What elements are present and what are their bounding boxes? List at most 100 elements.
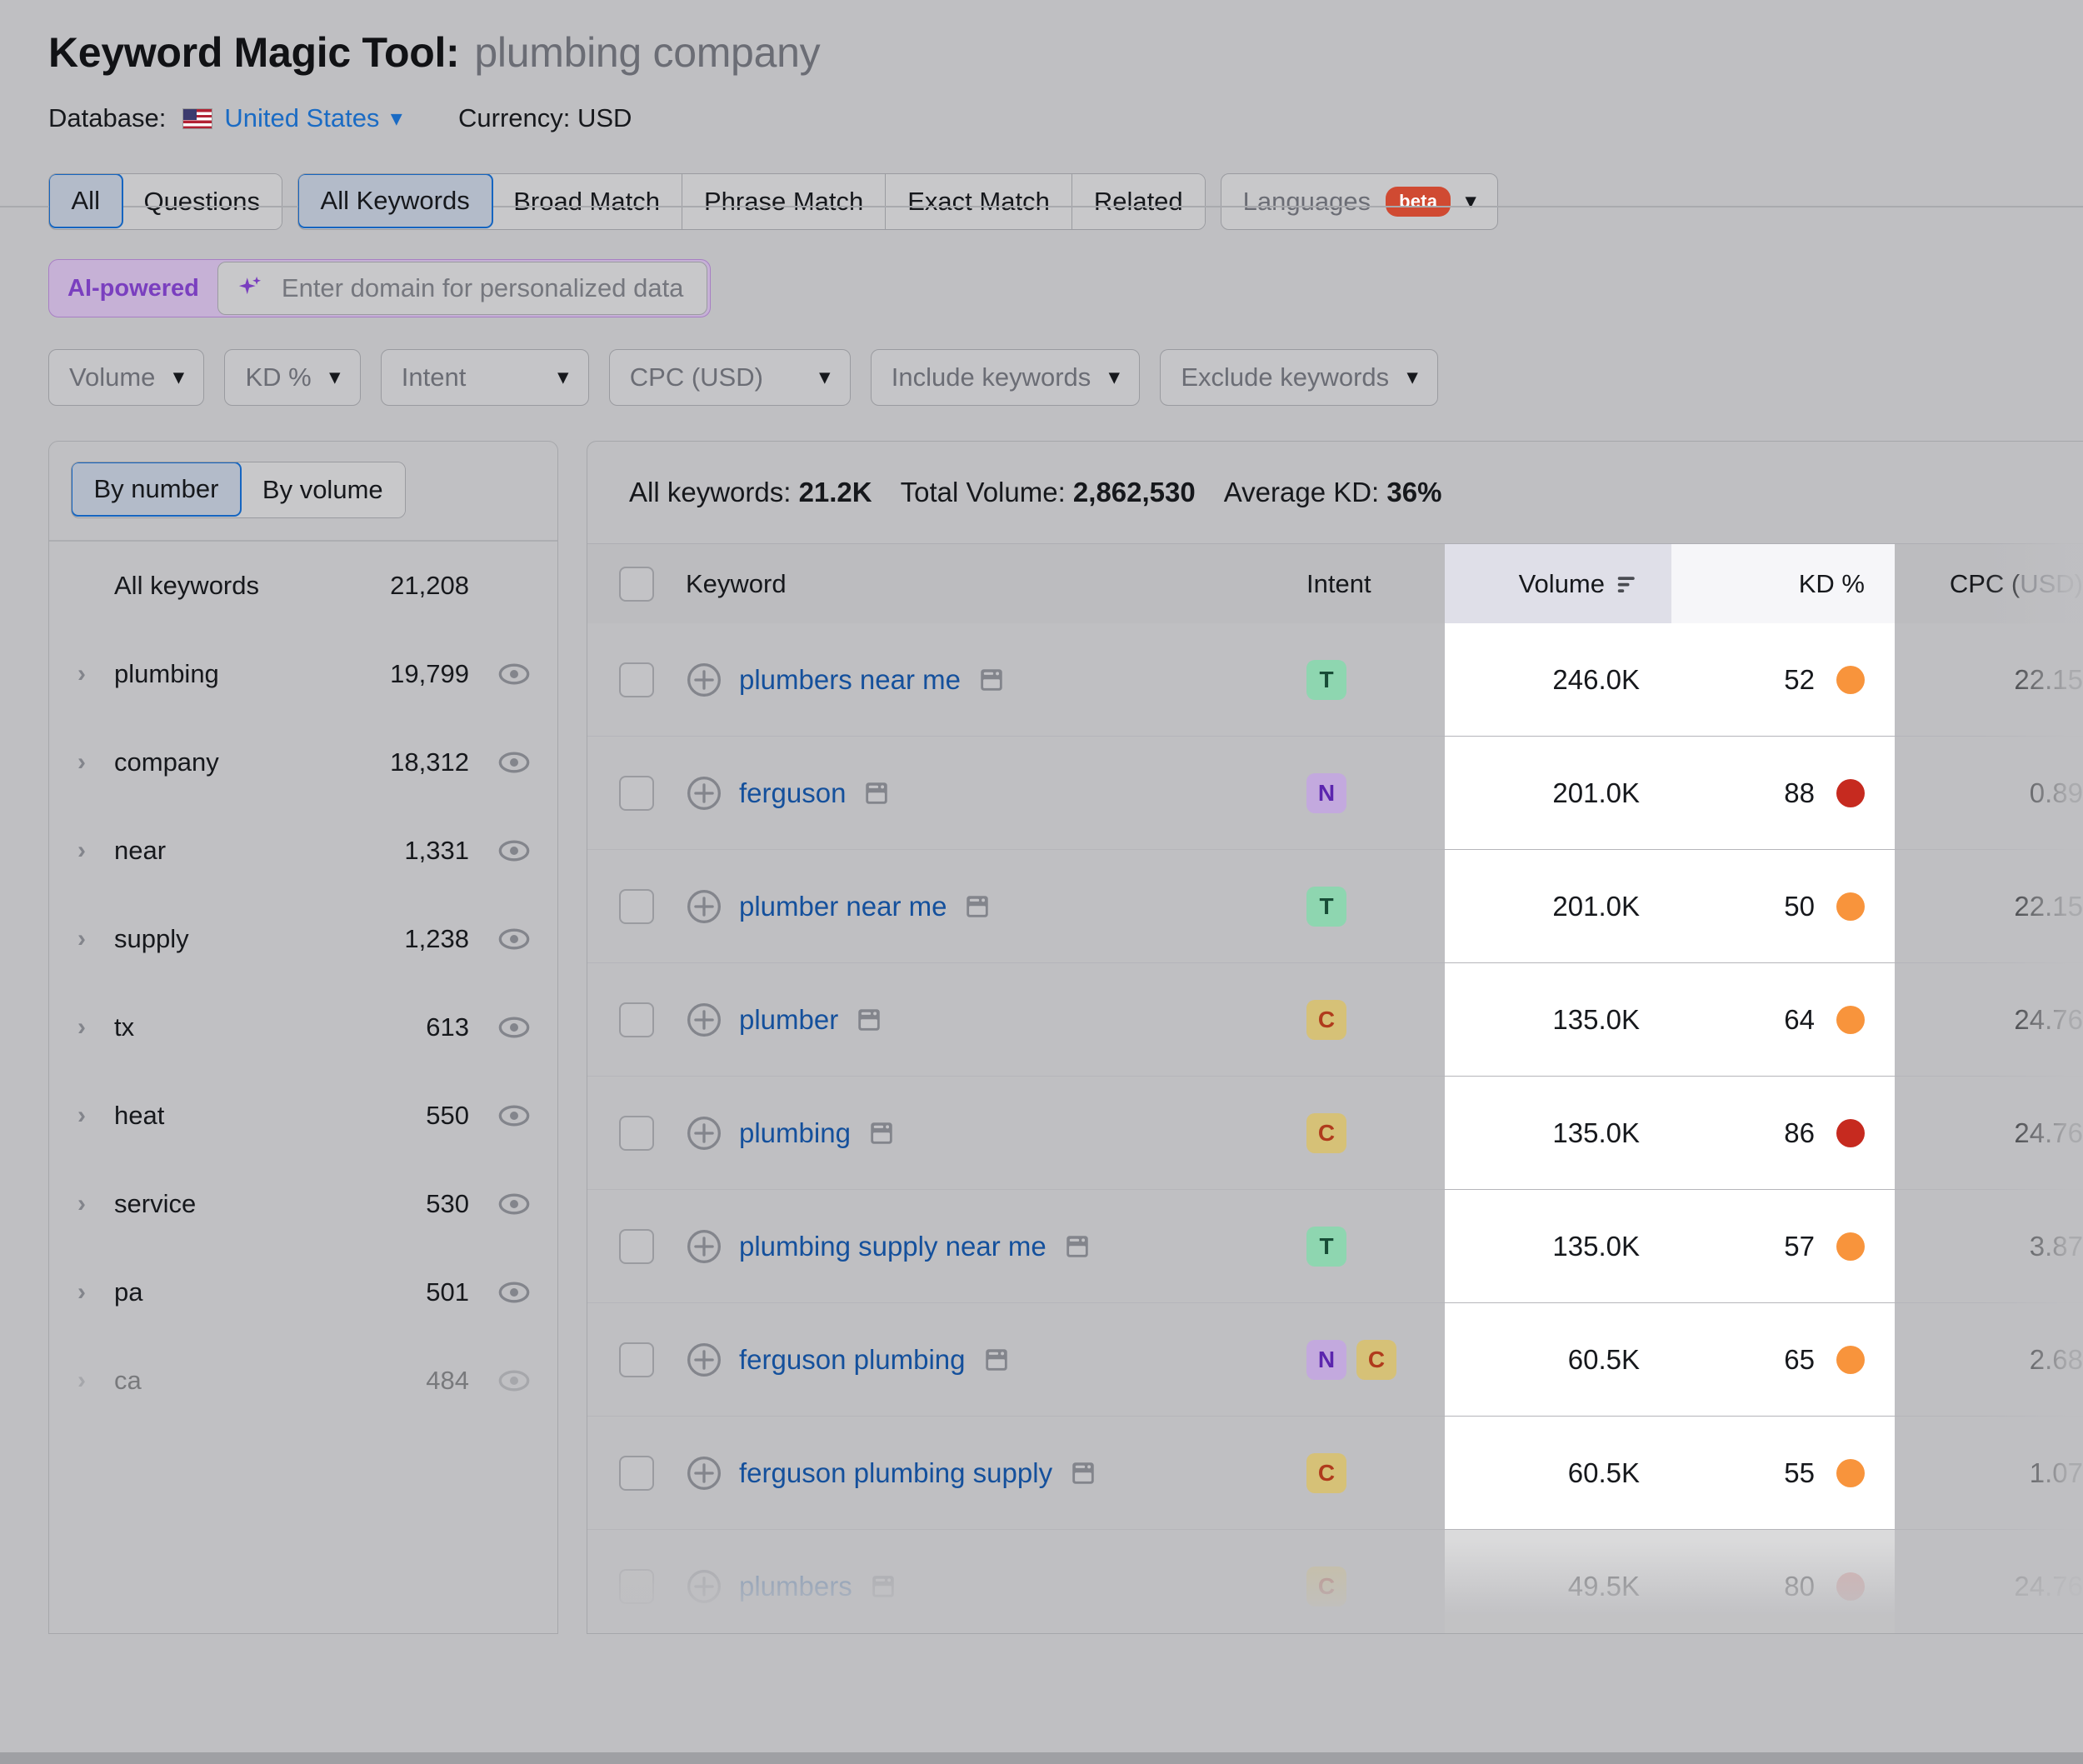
table-row[interactable]: plumberC135.0K6424.76 [587, 963, 2083, 1077]
table-row[interactable]: plumbersC49.5K8024.76 [587, 1530, 2083, 1634]
filter-volume[interactable]: Volume ▾ [48, 349, 204, 406]
tab-all-keywords[interactable]: All Keywords [297, 173, 493, 228]
column-header-intent[interactable]: Intent [1295, 544, 1445, 623]
eye-icon[interactable] [497, 1011, 531, 1044]
keyword-link[interactable]: plumber [739, 1004, 838, 1036]
sidebar-item[interactable]: ›heat550 [49, 1072, 557, 1160]
keyword-link[interactable]: plumbers [739, 1571, 852, 1602]
sidebar-item[interactable]: ›near1,331 [49, 807, 557, 895]
column-header-kd[interactable]: KD % [1671, 544, 1895, 623]
chevron-right-icon[interactable]: › [77, 925, 114, 953]
chevron-right-icon[interactable]: › [77, 1102, 114, 1130]
toggle-by-volume[interactable]: By volume [241, 462, 405, 517]
serp-features-icon[interactable] [977, 666, 1006, 694]
row-checkbox[interactable] [619, 1342, 654, 1377]
chevron-right-icon[interactable]: › [77, 1190, 114, 1218]
sidebar-item[interactable]: ›plumbing19,799 [49, 630, 557, 718]
keyword-link[interactable]: plumbing supply near me [739, 1231, 1046, 1262]
keyword-link[interactable]: plumbers near me [739, 664, 961, 696]
database-value[interactable]: United States [224, 103, 379, 133]
row-checkbox[interactable] [619, 662, 654, 697]
table-row[interactable]: ferguson plumbingNC60.5K652.68 [587, 1303, 2083, 1417]
chevron-down-icon[interactable]: ▾ [391, 106, 402, 131]
sidebar-item[interactable]: ›service530 [49, 1160, 557, 1248]
add-keyword-icon[interactable] [686, 1228, 722, 1265]
serp-features-icon[interactable] [982, 1346, 1011, 1374]
eye-icon[interactable] [497, 1187, 531, 1221]
table-row[interactable]: fergusonN201.0K880.89 [587, 737, 2083, 850]
intent-badge-c[interactable]: C [1306, 1000, 1346, 1040]
tab-exact-match[interactable]: Exact Match [886, 174, 1072, 229]
tab-all[interactable]: All [48, 173, 123, 228]
keyword-link[interactable]: ferguson plumbing [739, 1344, 966, 1376]
serp-features-icon[interactable] [855, 1006, 883, 1034]
add-keyword-icon[interactable] [686, 1568, 722, 1605]
filter-include-keywords[interactable]: Include keywords ▾ [871, 349, 1141, 406]
eye-icon[interactable] [497, 1099, 531, 1132]
sort-descending-icon[interactable] [1615, 572, 1640, 597]
column-header-cpc[interactable]: CPC (USD) [1895, 544, 2083, 623]
eye-icon-wrap[interactable] [492, 1187, 531, 1221]
intent-badge-n[interactable]: N [1306, 1340, 1346, 1380]
intent-badge-t[interactable]: T [1306, 887, 1346, 927]
column-header-keyword[interactable]: Keyword [686, 544, 1295, 623]
eye-icon-wrap[interactable] [492, 1364, 531, 1397]
table-row[interactable]: ferguson plumbing supplyC60.5K551.07 [587, 1417, 2083, 1530]
serp-features-icon[interactable] [862, 779, 891, 807]
serp-features-icon[interactable] [867, 1119, 896, 1147]
intent-badge-c[interactable]: C [1356, 1340, 1396, 1380]
toggle-by-number[interactable]: By number [71, 462, 242, 517]
intent-badge-c[interactable]: C [1306, 1567, 1346, 1607]
row-checkbox[interactable] [619, 889, 654, 924]
tab-phrase-match[interactable]: Phrase Match [682, 174, 886, 229]
intent-badge-t[interactable]: T [1306, 1227, 1346, 1267]
eye-icon[interactable] [497, 657, 531, 691]
filter-cpc[interactable]: CPC (USD) ▾ [609, 349, 851, 406]
chevron-right-icon[interactable]: › [77, 837, 114, 865]
row-checkbox[interactable] [619, 1002, 654, 1037]
filter-kd[interactable]: KD % ▾ [224, 349, 360, 406]
row-checkbox[interactable] [619, 1456, 654, 1491]
chevron-right-icon[interactable]: › [77, 1367, 114, 1395]
intent-badge-n[interactable]: N [1306, 773, 1346, 813]
add-keyword-icon[interactable] [686, 888, 722, 925]
chevron-down-icon[interactable]: ▾ [1466, 192, 1476, 212]
eye-icon-wrap[interactable] [492, 1276, 531, 1309]
sidebar-item-all-keywords[interactable]: All keywords 21,208 [49, 542, 557, 630]
chevron-right-icon[interactable]: › [77, 1278, 114, 1307]
keyword-link[interactable]: plumber near me [739, 891, 947, 922]
domain-input[interactable]: Enter domain for personalized data [217, 262, 708, 315]
sidebar-item[interactable]: ›ca484 [49, 1337, 557, 1425]
row-checkbox[interactable] [619, 1116, 654, 1151]
filter-exclude-keywords[interactable]: Exclude keywords ▾ [1160, 349, 1438, 406]
row-checkbox[interactable] [619, 1569, 654, 1604]
filter-intent[interactable]: Intent ▾ [381, 349, 589, 406]
serp-features-icon[interactable] [869, 1572, 897, 1601]
eye-icon[interactable] [497, 922, 531, 956]
tab-questions[interactable]: Questions [122, 174, 282, 229]
languages-dropdown[interactable]: Languages beta ▾ [1221, 173, 1499, 230]
table-row[interactable]: plumbing supply near meT135.0K573.87 [587, 1190, 2083, 1303]
row-checkbox[interactable] [619, 776, 654, 811]
keyword-link[interactable]: ferguson [739, 777, 846, 809]
chevron-right-icon[interactable]: › [77, 748, 114, 777]
chevron-right-icon[interactable]: › [77, 660, 114, 688]
serp-features-icon[interactable] [963, 892, 992, 921]
tab-related[interactable]: Related [1072, 174, 1205, 229]
eye-icon-wrap[interactable] [492, 922, 531, 956]
table-row[interactable]: plumbingC135.0K8624.76 [587, 1077, 2083, 1190]
sidebar-item[interactable]: ›company18,312 [49, 718, 557, 807]
sidebar-item[interactable]: ›tx613 [49, 983, 557, 1072]
tab-broad-match[interactable]: Broad Match [492, 174, 682, 229]
eye-icon-wrap[interactable] [492, 1099, 531, 1132]
database-selector[interactable]: Database: United States ▾ [48, 103, 402, 133]
eye-icon[interactable] [497, 746, 531, 779]
table-row[interactable]: plumbers near meT246.0K5222.15 [587, 623, 2083, 737]
add-keyword-icon[interactable] [686, 1342, 722, 1378]
eye-icon-wrap[interactable] [492, 657, 531, 691]
keyword-link[interactable]: plumbing [739, 1117, 851, 1149]
intent-badge-t[interactable]: T [1306, 660, 1346, 700]
sidebar-item[interactable]: ›pa501 [49, 1248, 557, 1337]
add-keyword-icon[interactable] [686, 1115, 722, 1152]
add-keyword-icon[interactable] [686, 662, 722, 698]
